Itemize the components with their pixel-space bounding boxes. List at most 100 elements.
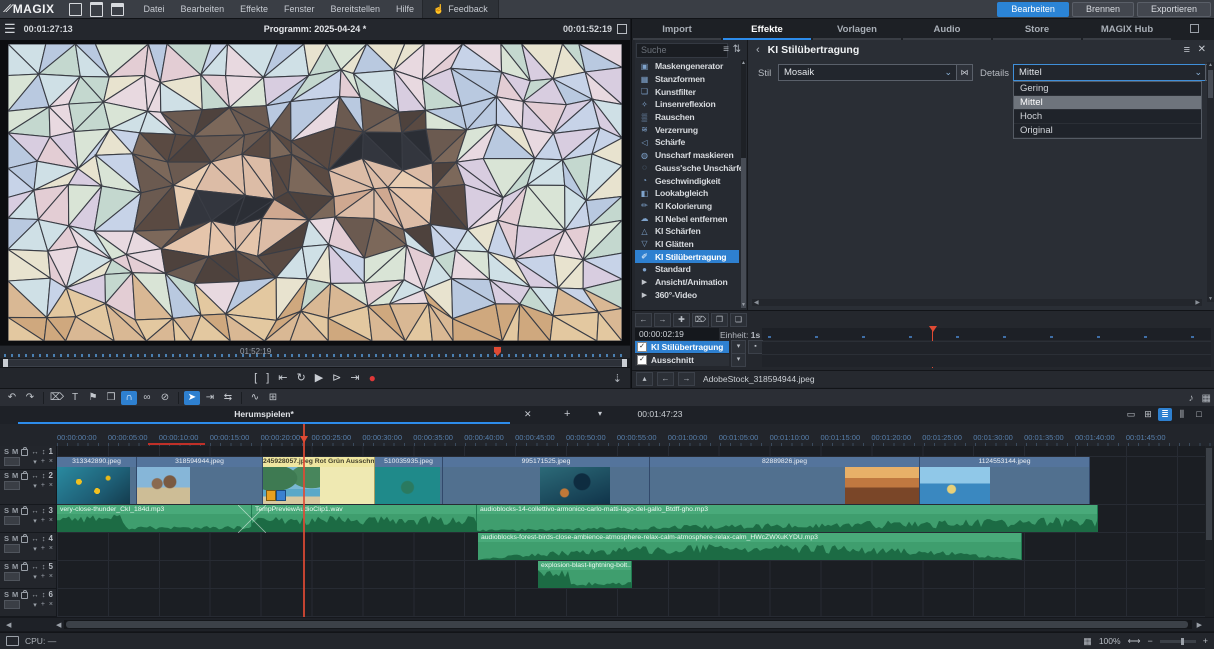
lock-icon[interactable] — [21, 536, 28, 543]
video-clip[interactable]: 510035935.jpeg — [375, 457, 443, 504]
audio-clip[interactable]: audioblocks-14-collettivo-armonico-carlo… — [477, 505, 1098, 532]
delete-track-icon[interactable]: × — [49, 573, 53, 581]
jump-to-end-button[interactable]: ⇥ — [350, 373, 359, 384]
solo-button[interactable]: S — [4, 562, 9, 571]
zoom-out-icon[interactable]: − — [1147, 636, 1152, 646]
scroll-right-icon[interactable]: ▶ — [1195, 299, 1200, 306]
video-clip[interactable]: 318594944.jpeg — [137, 457, 263, 504]
checkbox-checked-icon[interactable]: ✓ — [637, 342, 647, 352]
copy-keyframe-button[interactable]: ❐ — [711, 313, 728, 327]
next-object-button[interactable]: → — [678, 372, 695, 386]
add-track-icon[interactable]: + — [41, 517, 45, 525]
effect-item-ki-schärfen[interactable]: △KI Schärfen — [635, 225, 739, 238]
optimize-view-icon[interactable]: ▦ — [1083, 636, 1092, 647]
scrollbar-thumb[interactable] — [1208, 70, 1213, 98]
effect-item-standard[interactable]: ●Standard — [635, 263, 739, 276]
project-tab[interactable]: Herumspielen* — [18, 406, 510, 424]
group-button[interactable]: ❒ — [103, 391, 119, 405]
menu-item-fenster[interactable]: Fenster — [276, 0, 323, 18]
timeline-ruler[interactable]: 00:00:00:0000:00:05:0000:00:10:0000:00:1… — [0, 424, 1214, 447]
prev-keyframe-button[interactable]: ← — [635, 313, 652, 327]
tab-vorlagen[interactable]: Vorlagen — [813, 24, 901, 40]
resize-h-icon[interactable]: ↔ — [31, 590, 39, 599]
track-name-field[interactable] — [4, 572, 20, 581]
effect-item-geschwindigkeit[interactable]: ◔Geschwindigkeit — [635, 174, 739, 187]
curve-mode-button[interactable]: ∿ — [247, 391, 263, 405]
track-menu-chevron-icon[interactable]: ▾ — [33, 482, 37, 490]
delete-track-icon[interactable]: × — [49, 482, 53, 490]
lock-icon[interactable] — [21, 508, 28, 515]
resize-v-icon[interactable]: ↕ — [42, 471, 46, 480]
menu-item-hilfe[interactable]: Hilfe — [388, 0, 422, 18]
keyframe-row-name[interactable]: ✓KI Stilübertragung — [635, 341, 729, 353]
open-project-icon[interactable] — [90, 2, 103, 17]
save-project-icon[interactable] — [111, 3, 124, 16]
video-clip[interactable]: 1124553144.jpeg — [920, 457, 1090, 504]
zoom-in-icon[interactable]: + — [1203, 636, 1208, 646]
menu-item-effekte[interactable]: Effekte — [232, 0, 276, 18]
audio-clip[interactable]: audioblocks-forest-birds-close-ambience-… — [478, 533, 1022, 560]
video-preview[interactable] — [0, 40, 630, 345]
effect-item-ki-stilübertragung[interactable]: ✐KI Stilübertragung — [635, 250, 739, 263]
filter-list-icon[interactable]: ⇅ — [733, 44, 741, 55]
solo-button[interactable]: S — [4, 471, 9, 480]
zoom-level-value[interactable]: 100% — [1099, 636, 1121, 646]
track-menu-chevron-icon[interactable]: ▾ — [33, 545, 37, 553]
prev-object-button[interactable]: ← — [657, 372, 674, 386]
sort-list-icon[interactable]: ≡ — [723, 44, 729, 55]
add-track-icon[interactable]: + — [41, 573, 45, 581]
audio-clip[interactable]: very-close-thunder_CkI_184d.mp3 — [57, 505, 252, 532]
solo-button[interactable]: S — [4, 447, 9, 456]
delete-track-icon[interactable]: × — [49, 545, 53, 553]
video-clip[interactable]: 245928057.jpeg Rot Grün Ausschnitt We... — [263, 457, 375, 504]
panel-float-icon[interactable]: □ — [1192, 408, 1206, 421]
link-objects-button[interactable]: ∞ — [139, 391, 155, 405]
panel-close-icon[interactable]: ✕ — [1198, 44, 1206, 55]
mute-button[interactable]: M — [12, 590, 18, 599]
record-button[interactable]: ● — [369, 373, 376, 384]
delete-keyframe-button[interactable]: ⌦ — [692, 313, 709, 327]
resize-h-icon[interactable]: ↔ — [31, 447, 39, 456]
track-name-field[interactable] — [4, 481, 20, 490]
fullscreen-icon[interactable] — [617, 24, 627, 34]
burn-button[interactable]: Brennen — [1072, 2, 1134, 17]
timeline-horizontal-scrollbar[interactable]: ◀ ◀ ▶ — [0, 618, 1214, 631]
effect-item-lookabgleich[interactable]: ◧Lookabgleich — [635, 187, 739, 200]
marker-button[interactable]: ⚑ — [85, 391, 101, 405]
effect-item-360-video[interactable]: ▶360°-Video — [635, 288, 739, 301]
scroll-home-icon[interactable]: ◀ — [2, 621, 15, 629]
scroll-right-icon[interactable]: ▶ — [1193, 621, 1206, 629]
dropdown-option-gering[interactable]: Gering — [1014, 82, 1201, 96]
scrubber-track[interactable] — [3, 359, 627, 367]
solo-button[interactable]: S — [4, 506, 9, 515]
details-dropdown[interactable]: Mittel ⌄ — [1013, 64, 1207, 81]
mute-button[interactable]: M — [12, 534, 18, 543]
scroll-down-icon[interactable]: ▼ — [1207, 296, 1214, 302]
tracks-vertical-scrollbar[interactable] — [1205, 446, 1213, 617]
mouse-mode-single-button[interactable]: ⇥ — [202, 391, 218, 405]
zoom-slider[interactable] — [1160, 640, 1196, 643]
effect-item-gauss-sche-unschärfe[interactable]: ◌Gauss'sche Unschärfe — [635, 162, 739, 175]
video-clip[interactable]: 313342890.jpeg — [57, 457, 137, 504]
add-tab-icon[interactable]: + — [564, 408, 570, 420]
track-options-icon[interactable]: ▦ — [1202, 393, 1211, 404]
add-track-icon[interactable]: + — [41, 482, 45, 490]
audio-clip[interactable]: TempPreviewAudioClip1.wav — [252, 505, 477, 532]
preview-render-icon[interactable]: ⇣ — [613, 372, 622, 385]
menu-item-datei[interactable]: Datei — [136, 0, 173, 18]
new-project-icon[interactable] — [69, 3, 82, 16]
set-in-point-button[interactable]: [ — [254, 373, 257, 384]
video-clip[interactable]: 995171525.jpeg — [443, 457, 650, 504]
scroll-up-icon[interactable]: ▲ — [1207, 62, 1214, 68]
tab-store[interactable]: Store — [993, 24, 1081, 40]
effect-item-rauschen[interactable]: ▒Rauschen — [635, 111, 739, 124]
back-icon[interactable]: ‹ — [756, 44, 760, 56]
delete-button[interactable]: ⌦ — [49, 391, 65, 405]
mute-button[interactable]: M — [12, 471, 18, 480]
scroll-left-icon[interactable]: ◀ — [754, 299, 759, 306]
paste-keyframe-button[interactable]: ❏ — [730, 313, 747, 327]
storyboard-mode-icon[interactable]: ▭ — [1124, 408, 1138, 421]
lock-icon[interactable] — [21, 592, 28, 599]
close-tab-icon[interactable]: ✕ — [524, 409, 532, 420]
timeline-mode-icon[interactable]: ≣ — [1158, 408, 1172, 421]
